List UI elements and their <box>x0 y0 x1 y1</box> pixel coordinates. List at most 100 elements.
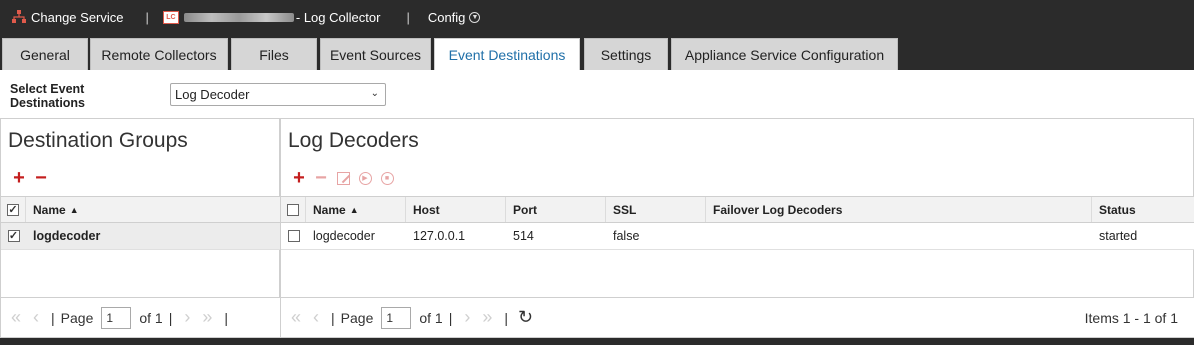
sort-asc-icon: ▲ <box>349 204 359 215</box>
name-column-header[interactable]: Name ▲ <box>306 197 406 222</box>
add-group-button[interactable]: + <box>11 167 27 189</box>
destination-groups-panel: Destination Groups + − ✓ Name ▲ ✓ logdec… <box>0 119 280 338</box>
next-page-icon[interactable]: › <box>184 307 190 328</box>
decoder-status-cell: started <box>1099 229 1138 243</box>
destination-selector-row: Select Event Destinations Log Decoder ⌄ <box>0 70 1194 119</box>
groups-grid-header: ✓ Name ▲ <box>1 196 280 223</box>
select-all-checkbox[interactable] <box>287 203 299 216</box>
row-checkbox[interactable]: ✓ <box>7 230 20 242</box>
decoders-grid-header: Name ▲ Host Port SSL Failover Log Decode… <box>281 196 1194 223</box>
name-column-label: Name <box>33 202 66 217</box>
select-all-checkbox-cell: ✓ <box>1 197 26 222</box>
top-bar: Change Service | LC - Log Collector | Co… <box>0 0 1194 34</box>
last-page-icon[interactable]: » <box>202 307 212 328</box>
refresh-icon[interactable]: ↻ <box>518 307 533 328</box>
play-icon: ▶ <box>358 171 372 185</box>
tab-general[interactable]: General <box>2 38 88 70</box>
config-label: Config <box>427 9 466 25</box>
sort-asc-icon: ▲ <box>69 204 79 215</box>
first-page-icon[interactable]: « <box>291 307 301 328</box>
pager-divider: | <box>448 309 453 326</box>
tab-remote-collectors[interactable]: Remote Collectors <box>90 38 228 70</box>
chevron-down-icon: ⌄ <box>370 88 379 99</box>
add-decoder-button[interactable]: + <box>291 167 307 189</box>
ssl-column-header[interactable]: SSL <box>606 197 706 222</box>
change-service-label: Change Service <box>31 9 124 25</box>
page-number-input[interactable]: 1 <box>101 306 132 329</box>
name-column-header[interactable]: Name ▲ <box>26 197 280 222</box>
tab-bar: General Remote Collectors Files Event So… <box>0 34 1194 71</box>
pager-divider: | <box>331 309 335 326</box>
table-row[interactable]: logdecoder 127.0.0.1 514 false started <box>281 223 1194 250</box>
log-decoders-toolbar: + − ▶ ■ <box>291 167 401 189</box>
status-column-header[interactable]: Status <box>1092 197 1194 222</box>
header-separator: | <box>145 9 149 25</box>
tab-appliance-service-configuration[interactable]: Appliance Service Configuration <box>671 38 898 70</box>
config-menu[interactable]: Config ▼ <box>428 10 481 25</box>
edit-icon <box>336 171 350 185</box>
header-separator-2: | <box>406 9 410 25</box>
next-page-icon[interactable]: › <box>464 307 470 328</box>
select-event-destinations-label: Select Event Destinations <box>10 82 86 110</box>
select-all-checkbox-cell <box>281 197 306 222</box>
stop-decoder-button[interactable]: ■ <box>379 170 395 186</box>
decoders-pager: « ‹ | Page 1 of 1 | › » | ↻ Items 1 - 1 … <box>281 297 1194 337</box>
tab-files[interactable]: Files <box>231 38 317 70</box>
edit-decoder-button[interactable] <box>335 170 351 186</box>
minus-icon: − <box>315 167 327 189</box>
decoder-port-cell: 514 <box>513 229 534 243</box>
destination-groups-title: Destination Groups <box>8 129 188 152</box>
event-destination-select[interactable]: Log Decoder ⌄ <box>170 83 386 106</box>
tab-event-sources[interactable]: Event Sources <box>320 38 431 70</box>
minus-icon: − <box>35 167 47 189</box>
decoder-failover-cell <box>706 223 1092 249</box>
page-label: Page <box>340 309 374 326</box>
stop-icon: ■ <box>380 171 394 185</box>
remove-group-button[interactable]: − <box>33 167 49 189</box>
row-checkbox-cell <box>281 223 306 249</box>
groups-pager: « ‹ | Page 1 of 1 | › » | <box>1 297 280 337</box>
remove-decoder-button[interactable]: − <box>313 167 329 189</box>
row-checkbox-cell: ✓ <box>1 223 26 249</box>
page-count: of 1 <box>139 309 163 326</box>
log-decoders-panel: Log Decoders + − ▶ ■ Name ▲ Host Port SS… <box>280 119 1194 338</box>
group-name-cell: logdecoder <box>33 229 101 243</box>
destination-groups-toolbar: + − <box>11 167 55 189</box>
pager-divider: | <box>51 309 55 326</box>
log-decoders-title: Log Decoders <box>288 129 419 152</box>
service-tree-icon <box>12 10 26 23</box>
items-count: Items 1 - 1 of 1 <box>1084 309 1178 326</box>
select-all-checkbox[interactable]: ✓ <box>7 203 19 216</box>
log-collector-icon: LC <box>162 10 179 24</box>
plus-icon: + <box>293 167 305 189</box>
table-row[interactable]: ✓ logdecoder <box>1 223 280 250</box>
row-checkbox[interactable] <box>287 230 300 242</box>
decoder-ssl-cell: false <box>613 229 640 243</box>
failover-column-header[interactable]: Failover Log Decoders <box>706 197 1092 222</box>
tab-event-destinations[interactable]: Event Destinations <box>434 38 580 71</box>
port-column-header[interactable]: Port <box>506 197 606 222</box>
last-page-icon[interactable]: » <box>482 307 492 328</box>
decoder-name-cell: logdecoder <box>313 229 375 243</box>
tab-settings[interactable]: Settings <box>584 38 668 70</box>
page-count: of 1 <box>419 309 443 326</box>
name-column-label: Name <box>313 202 346 217</box>
plus-icon: + <box>13 167 25 189</box>
change-service-button[interactable]: Change Service <box>12 10 124 25</box>
page-number-input[interactable]: 1 <box>381 306 412 329</box>
redacted-hostname <box>183 12 294 22</box>
prev-page-icon[interactable]: ‹ <box>313 307 319 328</box>
host-column-header[interactable]: Host <box>406 197 506 222</box>
first-page-icon[interactable]: « <box>11 307 21 328</box>
pager-divider: | <box>224 309 229 326</box>
pager-divider: | <box>504 309 509 326</box>
pager-divider: | <box>168 309 173 326</box>
page-label: Page <box>60 309 94 326</box>
bottom-bar <box>0 338 1194 345</box>
event-destination-select-value: Log Decoder <box>175 87 250 102</box>
chevron-down-icon: ▼ <box>469 11 481 23</box>
prev-page-icon[interactable]: ‹ <box>33 307 39 328</box>
service-name: - Log Collector <box>295 9 381 25</box>
start-decoder-button[interactable]: ▶ <box>357 170 373 186</box>
decoder-host-cell: 127.0.0.1 <box>413 229 466 243</box>
